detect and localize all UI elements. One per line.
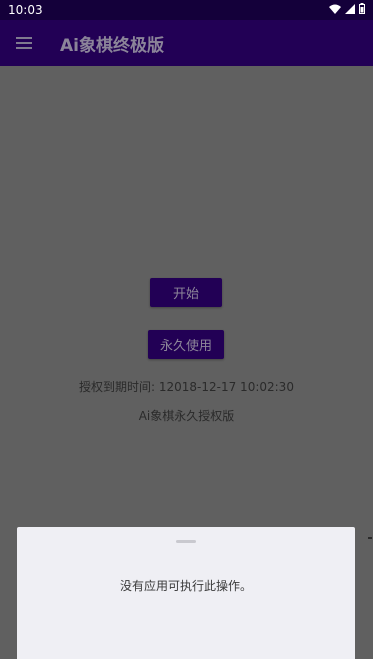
battery-icon bbox=[359, 3, 365, 17]
sheet-drag-handle[interactable] bbox=[176, 540, 196, 543]
permanent-use-button[interactable]: 永久使用 bbox=[148, 330, 224, 359]
status-time: 10:03 bbox=[8, 3, 43, 17]
menu-bar-line bbox=[16, 42, 32, 44]
status-bar: 10:03 bbox=[0, 0, 373, 20]
status-icons bbox=[329, 3, 365, 17]
sheet-message: 没有应用可执行此操作。 bbox=[119, 579, 252, 593]
menu-bar-line bbox=[16, 37, 32, 39]
app-bar: Ai象棋终极版 bbox=[0, 20, 373, 66]
expiry-text: 授权到期时间: 12018-12-17 10:02:30 bbox=[79, 380, 294, 394]
signal-icon bbox=[345, 3, 355, 17]
menu-bars bbox=[16, 37, 32, 49]
wifi-icon bbox=[329, 3, 341, 17]
hamburger-menu-icon[interactable] bbox=[0, 20, 48, 66]
version-text: Ai象棋永久授权版 bbox=[138, 409, 235, 423]
bottom-sheet: 没有应用可执行此操作。 bbox=[17, 527, 355, 659]
start-button[interactable]: 开始 bbox=[150, 278, 222, 307]
app-title: Ai象棋终极版 bbox=[60, 35, 164, 56]
edge-mark bbox=[368, 537, 372, 539]
menu-bar-line bbox=[16, 47, 32, 49]
